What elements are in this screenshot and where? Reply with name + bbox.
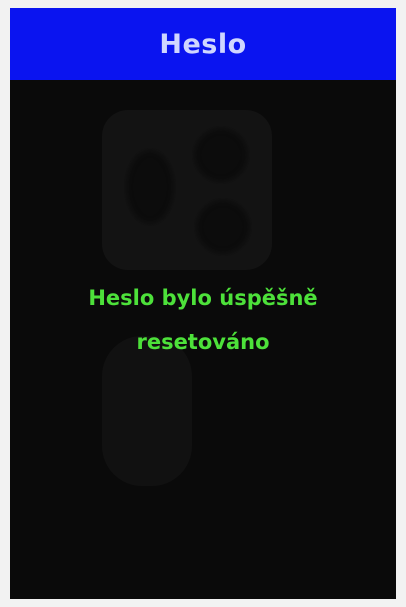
reflection-lens	[194, 198, 252, 256]
reflection-lens	[124, 148, 176, 226]
camera-reflection	[102, 110, 272, 270]
page-title: Heslo	[159, 28, 247, 60]
status-message-line-2: resetováno	[136, 330, 270, 354]
device-bezel: Heslo Heslo bylo úspěšně resetováno	[0, 0, 406, 607]
title-bar: Heslo	[10, 8, 396, 80]
device-screen: Heslo Heslo bylo úspěšně resetováno	[10, 8, 396, 599]
reflection-lens	[192, 126, 250, 184]
status-message-line-1: Heslo bylo úspěšně	[88, 286, 318, 310]
status-message: Heslo bylo úspěšně resetováno	[10, 276, 396, 364]
